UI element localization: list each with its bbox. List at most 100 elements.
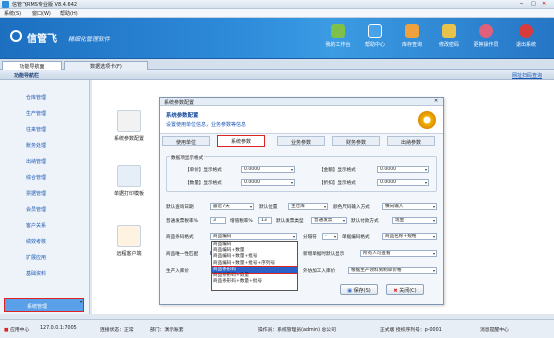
user-switch-icon — [479, 24, 493, 38]
help-icon — [368, 24, 382, 38]
display-format-title: 数据项显示格式 — [170, 155, 205, 161]
dropdown-option[interactable]: 商品条形码+数量+批号 — [212, 279, 297, 285]
app-center-icon: ■ — [4, 328, 9, 333]
connection-status: 连接状态：正常 — [100, 328, 134, 333]
new-doc-label: 新增单据时默认显示 — [303, 252, 345, 257]
server-address: 127.0.0.1:7005 — [40, 326, 77, 331]
vat-rate-input[interactable]: 13 — [258, 217, 272, 224]
page-tab-row: 功能导航面 数据选项卡(F) — [0, 59, 554, 70]
tab-data[interactable]: 数据选项卡(F) — [64, 61, 148, 70]
close-window-button[interactable]: ✕ — [542, 1, 546, 7]
sidebar-item-production[interactable]: 生产管理 — [4, 106, 84, 120]
sidebar-item-warehouse[interactable]: 仓库管理 — [4, 90, 84, 104]
sidebar-item-extensions[interactable]: 扩展应用 — [4, 250, 84, 264]
payment-method-select[interactable]: 现金 — [392, 217, 437, 224]
settings-gear-icon — [418, 111, 436, 129]
dialog-title: 系统参数配置 — [160, 98, 443, 106]
save-button[interactable]: ▣ 保存(S) — [340, 284, 378, 295]
invoice-type-select[interactable]: 普通发票 — [311, 217, 347, 224]
window-title: 信管飞RMS专业版 V8.4.642 — [12, 2, 78, 8]
tax-rate-label: 普通发票税率% — [166, 219, 198, 224]
tab-finance-params[interactable]: 财务参数 — [332, 136, 380, 146]
tax-rate-input[interactable]: 3 — [210, 217, 226, 224]
new-doc-select[interactable]: 所有人可查看 — [360, 250, 437, 257]
menu-help[interactable]: 帮助(H) — [60, 10, 78, 17]
settings-dialog: 系统参数配置 ✕ 系统参数配置 设置使用单位信息，业务参数等信息 使用单位 系统… — [159, 97, 444, 305]
tab-navigation[interactable]: 功能导航面 — [2, 61, 62, 70]
help-center-button[interactable]: 帮助中心 — [357, 20, 393, 57]
discount-format-label: 【折扣】显示格式 — [319, 181, 356, 186]
default-location-select[interactable]: 主仓库 — [288, 203, 328, 210]
nav-header: 功能导航栏 网址扫码查询 — [0, 70, 554, 80]
dialog-tabs: 使用单位 系统参数 业务参数 财务参数 出纳参数 — [162, 135, 442, 147]
scan-query-link[interactable]: 网址扫码查询 — [512, 72, 542, 79]
system-config-module[interactable]: 系统参数配置 — [104, 110, 154, 142]
workbench-icon — [331, 24, 345, 38]
qty-format-label: 【数量】显示格式 — [185, 181, 222, 186]
unit-price-format-select[interactable]: 0.0000 — [241, 166, 295, 173]
menu-window[interactable]: 窗口(W) — [32, 10, 51, 17]
brand-name: 信管飞 — [27, 34, 57, 45]
inventory-icon — [405, 24, 419, 38]
barcode-format-dropdown: 商品编码 商品编码+数量 商品编码+数量+批号 商品编码+数量+批号+序列号 商… — [211, 241, 298, 291]
menu-bar: 系统(S) 窗口(W) 帮助(H) — [0, 9, 554, 18]
workbench-button[interactable]: 我的工作台 — [320, 20, 356, 57]
tab-user-unit[interactable]: 使用单位 — [162, 136, 210, 146]
message-center-link[interactable]: 消息提醒中心 — [480, 326, 509, 333]
network-icon — [117, 225, 141, 247]
color-input-label: 颜色尺码输入方式 — [333, 205, 370, 210]
separator-select[interactable]: - — [322, 233, 338, 240]
print-template-module[interactable]: 单据打印模板 — [104, 165, 154, 197]
sidebar-item-cashier[interactable]: 出纳管理 — [4, 154, 84, 168]
exit-system-button[interactable]: 退出系统 — [508, 20, 544, 57]
sidebar-item-bills[interactable]: 票据管理 — [4, 186, 84, 200]
barcode-format-label: 商品条码格式 — [166, 235, 194, 240]
close-button[interactable]: ✖ 关闭(C) — [386, 284, 424, 295]
production-price-label: 生产入库价 — [166, 269, 189, 274]
app-center-label[interactable]: ■ 应用中心 — [4, 326, 29, 333]
maximize-button[interactable]: □ — [531, 1, 536, 7]
title-bar: 信管飞RMS专业版 V8.4.642 ─ □ ✕ — [0, 0, 554, 9]
barcode-format-select[interactable]: 商品编码 — [210, 233, 297, 240]
dialog-close-icon[interactable]: ✕ — [434, 98, 438, 104]
sidebar-item-members[interactable]: 会员管理 — [4, 202, 84, 216]
tab-cashier-params[interactable]: 出纳参数 — [387, 136, 435, 146]
gear-doc-icon — [117, 110, 141, 132]
tab-business-params[interactable]: 业务参数 — [277, 136, 325, 146]
brand-logo-icon — [10, 30, 22, 42]
doc-code-format-label: 单据编码格式 — [342, 235, 370, 240]
operator-label: 操作员：系统管理员(admin) 总公司 — [258, 328, 336, 333]
doc-code-format-select[interactable]: 商品名称+规格 — [382, 233, 437, 240]
switch-operator-button[interactable]: 更换操作员 — [468, 20, 504, 57]
sidebar-item-system[interactable]: 系统管理 — [4, 298, 84, 312]
menu-system[interactable]: 系统(S) — [4, 10, 21, 17]
amount-format-label: 【金额】显示格式 — [319, 168, 356, 173]
change-password-button[interactable]: 修改密码 — [431, 20, 467, 57]
qty-format-select[interactable]: 0.0000 — [241, 179, 295, 186]
dialog-header: 系统参数配置 设置使用单位信息，业务参数等信息 — [160, 106, 443, 134]
inventory-query-button[interactable]: 库存查询 — [394, 20, 430, 57]
sidebar-item-accounts[interactable]: 账务处理 — [4, 138, 84, 152]
top-banner: 信管飞 精细化管理软件 我的工作台 帮助中心 库存查询 修改密码 更换操作员 退… — [0, 18, 554, 59]
outsource-price-label: 外协加工入库价 — [303, 269, 336, 274]
display-format-group: 数据项显示格式 【单价】显示格式 0.0000 【金额】显示格式 0.0000 … — [166, 155, 437, 192]
sidebar-item-basic-data[interactable]: 基础资料 — [4, 266, 84, 280]
sidebar-item-performance[interactable]: 绩效考核 — [4, 234, 84, 248]
discount-format-select[interactable]: 0.0000 — [377, 179, 429, 186]
password-icon — [442, 24, 456, 38]
sidebar-item-crm[interactable]: 客户关系 — [4, 218, 84, 232]
status-bar: ■ 应用中心 127.0.0.1:7005 连接状态：正常 部门：演示账套 操作… — [0, 319, 554, 338]
vat-rate-label: 增值税率% — [230, 219, 253, 224]
sidebar-item-contacts[interactable]: 往来管理 — [4, 122, 84, 136]
unit-price-format-label: 【单价】显示格式 — [185, 168, 222, 173]
sidebar-item-general[interactable]: 综合管理 — [4, 170, 84, 184]
amount-format-select[interactable]: 0.0000 — [377, 166, 429, 173]
minimize-button[interactable]: ─ — [520, 1, 523, 7]
tab-system-params[interactable]: 系统参数 — [217, 135, 265, 147]
query-date-select[interactable]: 最近7天 — [210, 203, 254, 210]
unique-match-label: 商品唯一性匹配 — [166, 252, 199, 257]
color-input-select[interactable]: 横向输入 — [382, 203, 437, 210]
outsource-price-select[interactable]: 根据生产领料到制单价格 — [348, 267, 437, 274]
app-logo-icon — [2, 1, 9, 8]
remote-client-module[interactable]: 远程客户端 — [104, 225, 154, 257]
